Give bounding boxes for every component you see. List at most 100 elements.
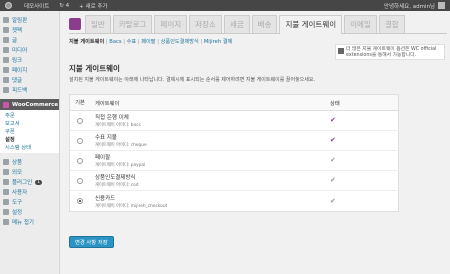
sidebar-item-posts[interactable]: 글 [0,35,59,45]
my-account-menu[interactable]: 안녕하세요, admin님 [379,0,450,11]
woocommerce-icon [3,101,9,108]
gateway-title: 페이팔 [95,155,111,161]
sidebar-item-links[interactable]: 링크 [0,55,59,65]
admin-sidebar: 알림판 젯팩 글 미디어 링크 페이지 댓글 피드백 WooCommerce 주문 보고서 쿠폰 설… [0,11,60,274]
section-description: 설치된 지불 게이트웨이는 아래에 나타납니다. 결제시에 표시되는 순서를 제… [69,77,316,83]
sidebar-item-jetpack[interactable]: 젯팩 [0,25,59,35]
enabled-check-icon: ✔ [330,196,336,205]
sidebar-item-feedback[interactable]: 피드백 [0,85,59,95]
subnav-link[interactable]: 페이팔 [141,39,155,45]
sidebar-item-label: 페이지 [12,68,28,74]
tab-3[interactable]: 저장소 [189,15,222,33]
sidebar-item-label: 피드백 [12,88,28,94]
gateway-id: 게이트웨이 아이디: paypal [95,163,146,168]
avatar [438,2,445,9]
wp-logo-menu[interactable] [0,0,19,11]
tab-1[interactable]: 카탈로그 [112,15,153,33]
sidebar-item-label: 댓글 [12,78,23,84]
subnav-current: 지불 게이트웨이 [69,39,105,45]
table-row[interactable]: 상품인도결제방식 게이트웨이 아이디: cod ✔ [70,171,398,191]
links-icon [3,57,9,63]
sidebar-item-label: 플러그인 [12,180,33,186]
sidebar-item-comments[interactable]: 댓글 [0,75,59,85]
default-cell [70,111,90,130]
default-gateway-radio[interactable] [77,198,83,204]
table-row[interactable]: 수표 지불 게이트웨이 아이디: cheque ✔ [70,131,398,151]
tab-4[interactable]: 세금 [223,15,250,33]
table-row[interactable]: 페이팔게이트웨이 아이디: paypal ✔ [70,151,398,171]
default-gateway-radio[interactable] [77,157,83,164]
sidebar-item-media[interactable]: 미디어 [0,45,59,55]
gateway-id: 게이트웨이 아이디: bacs [95,123,141,128]
tab-0[interactable]: 일반 [85,15,111,33]
jetpack-icon [3,27,9,33]
sidebar-item-dashboard[interactable]: 알림판 [0,15,59,25]
sidebar-item-products[interactable]: 상품 [0,157,59,167]
enabled-check-icon: ✔ [330,136,336,144]
table-row[interactable]: 신용카드 게이트웨이 아이디: mijireh_checkout ✔ [70,191,398,211]
tab-7[interactable]: 이메일 [344,15,377,33]
subnav-link[interactable]: 수표 [127,39,137,45]
gateway-cell: 상품인도결제방식게이트웨이 아이디: cod [90,171,250,190]
sidebar-item-label: 메뉴 접기 [12,220,34,226]
default-gateway-radio[interactable] [77,117,83,124]
submenu-item[interactable]: 주문 [0,111,59,119]
gateway-title: 상품인도결제방식 [95,175,136,181]
sidebar-item-label: 미디어 [12,48,28,54]
site-name-link[interactable]: 데모사이트 [19,0,54,11]
gateway-subnav: 지불 게이트웨이 | Bacs | 수표 | 페이팔 | 상품인도결제방식 | … [69,39,233,45]
default-gateway-radio[interactable] [77,177,83,184]
gateway-id: 게이트웨이 아이디: cod [95,183,139,188]
woocommerce-submenu: 주문 보고서 쿠폰 설정 시스템 상태 [0,110,59,153]
sidebar-item-label: WooCommerce [12,101,59,108]
subnav-link[interactable]: 상품인도결제방식 [161,39,199,45]
products-icon [3,159,9,165]
gateway-cell: 신용카드 게이트웨이 아이디: mijireh_checkout [90,191,250,211]
enabled-check-icon: ✔ [330,116,336,124]
submenu-item[interactable]: 보고서 [0,119,59,127]
sidebar-item-collapse[interactable]: 메뉴 접기 [0,217,59,227]
tools-icon [3,199,9,205]
sidebar-item-label: 사용자 [12,190,28,196]
updates-count: 4 [65,2,70,9]
main-content: 일반 카탈로그 페이지 저장소 세금 배송 지불 게이트웨이 이메일 결합 지불 게이트웨이 |… [61,11,450,274]
sidebar-item-appearance[interactable]: 외모 [0,167,59,177]
header-gateway: 게이트웨이 [95,100,120,107]
tab-2[interactable]: 페이지 [154,15,188,33]
woocommerce-logo-icon [69,18,81,30]
tab-8[interactable]: 결합 [378,15,405,33]
sidebar-item-users[interactable]: 사용자 [0,187,59,197]
appearance-icon [3,169,9,175]
default-cell [70,191,90,211]
new-content-link[interactable]: + 새로 추가 [74,0,112,11]
sidebar-item-pages[interactable]: 페이지 [0,65,59,75]
status-cell: ✔ [250,151,398,170]
sidebar-item-tools[interactable]: 도구 [0,197,59,207]
submenu-item[interactable]: 설정 [0,135,59,143]
subnav-link[interactable]: Mijireh 결제 [204,39,233,45]
admin-bar: 데모사이트 ↻ 4 + 새로 추가 안녕하세요, admin님 [0,0,450,11]
status-cell: ✔ [250,171,398,190]
media-icon [3,47,9,53]
submenu-item[interactable]: 쿠폰 [0,127,59,135]
feedback-icon [3,87,9,93]
sidebar-item-label: 설정 [12,210,23,216]
status-cell: ✔ [250,111,398,130]
default-gateway-radio[interactable] [77,137,83,144]
tab-6[interactable]: 지불 게이트웨이 [279,15,343,34]
sidebar-item-label: 상품 [12,160,23,166]
status-cell: ✔ [250,131,398,150]
default-cell [70,151,90,170]
sidebar-item-settings[interactable]: 설정 [0,207,59,217]
sidebar-item-plugins[interactable]: 플러그인 1 [0,177,59,187]
table-row[interactable]: 직접 은행 이체 게이트웨이 아이디: bacs ✔ [70,111,398,131]
tab-5[interactable]: 배송 [251,15,278,33]
sidebar-item-label: 알림판 [12,18,28,24]
submenu-item[interactable]: 시스템 상태 [0,143,59,151]
subnav-link[interactable]: Bacs [109,39,121,45]
sidebar-item-woocommerce[interactable]: WooCommerce [0,99,59,110]
updates-link[interactable]: ↻ 4 [54,0,74,11]
greeting-text: 안녕하세요, admin님 [383,3,435,10]
enabled-check-icon: ✔ [330,156,336,164]
save-changes-button[interactable]: 변경 사항 저장 [69,236,114,248]
